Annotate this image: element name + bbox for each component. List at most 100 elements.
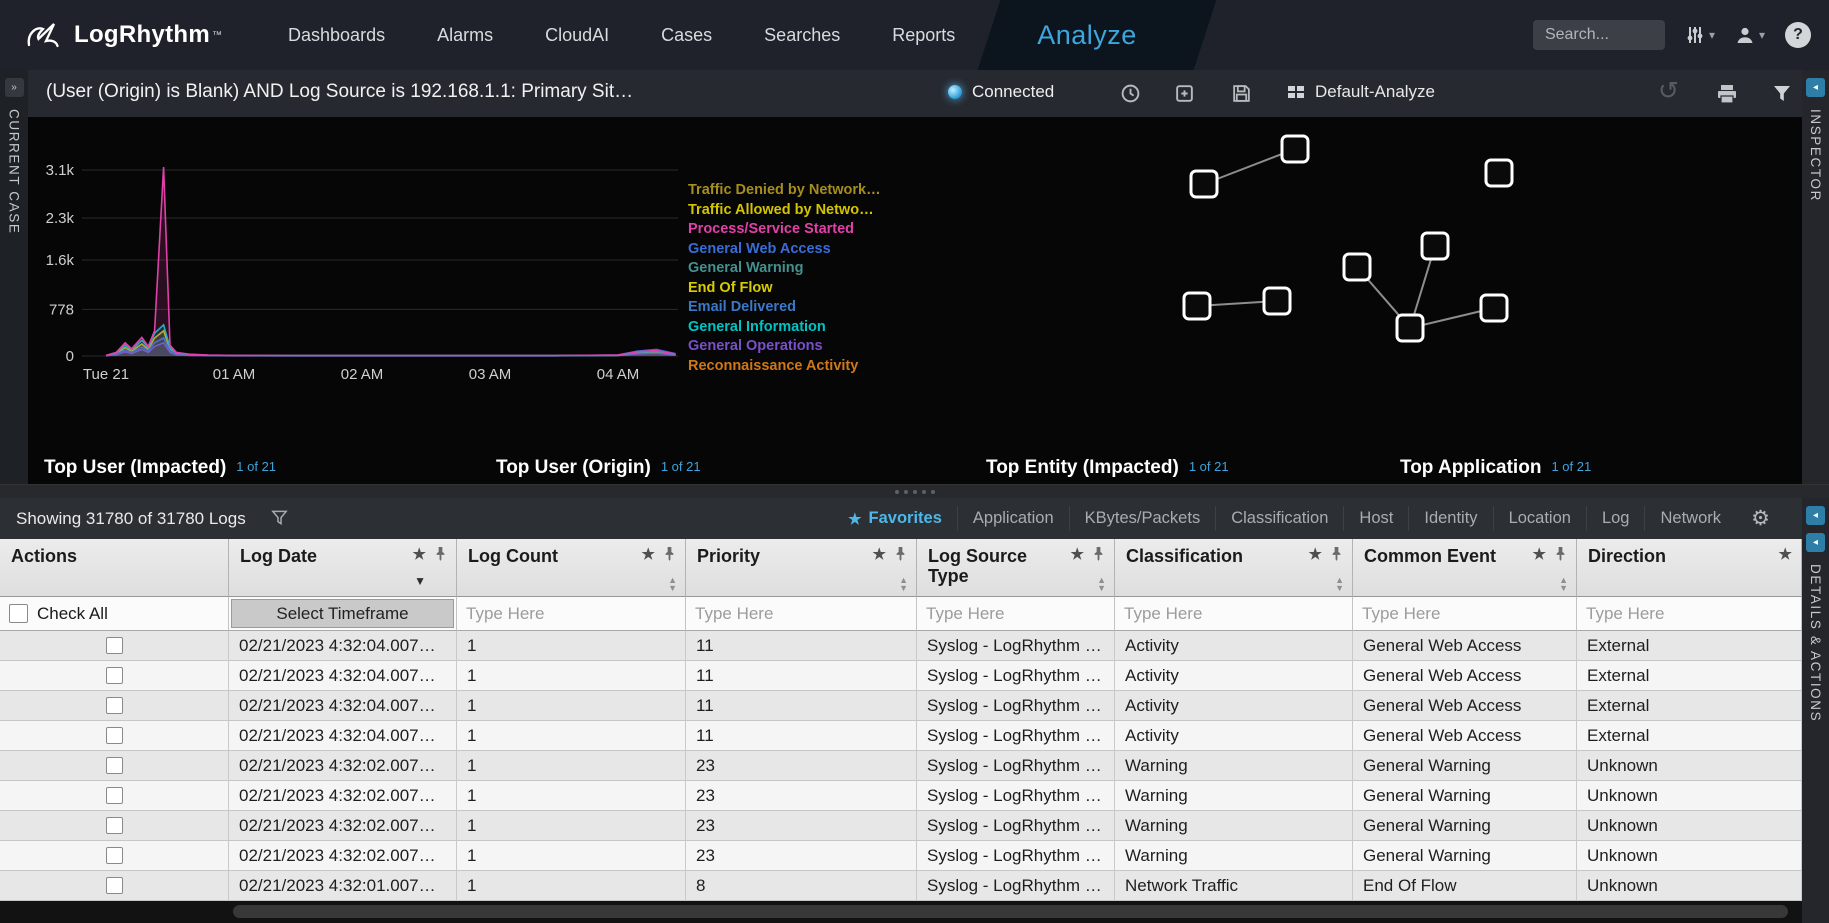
nav-item-dashboards[interactable]: Dashboards (288, 25, 385, 46)
grid-tab-application[interactable]: Application (957, 506, 1069, 531)
inspector-tab-label[interactable]: INSPECTOR (1808, 109, 1823, 202)
filter-button[interactable] (1772, 83, 1792, 108)
column-header-log-count[interactable]: Log Count★▲▼ (457, 539, 686, 597)
row-checkbox[interactable] (106, 757, 123, 774)
search-input[interactable] (1533, 20, 1665, 50)
nav-item-reports[interactable]: Reports (892, 25, 955, 46)
save-layout-button[interactable] (1231, 83, 1252, 109)
check-all-checkbox[interactable] (9, 604, 28, 623)
expand-current-case-icon[interactable]: » (5, 78, 24, 97)
nav-item-cases[interactable]: Cases (661, 25, 712, 46)
widget-pager[interactable]: 1 of 21 (1551, 459, 1591, 474)
add-widget-button[interactable] (1174, 83, 1195, 109)
row-checkbox[interactable] (106, 847, 123, 864)
display-options-button[interactable]: ▾ (1685, 25, 1715, 45)
help-button[interactable]: ? (1785, 22, 1811, 48)
print-button[interactable] (1716, 84, 1738, 109)
row-checkbox[interactable] (106, 637, 123, 654)
favorite-column-star-icon[interactable]: ★ (642, 545, 655, 565)
log-grid-toolbar: Showing 31780 of 31780 Logs ★FavoritesAp… (0, 498, 1802, 539)
widget-pager[interactable]: 1 of 21 (236, 459, 276, 474)
undo-button[interactable]: ↺ (1658, 76, 1679, 106)
details-actions-tab-label[interactable]: DETAILS & ACTIONS (1808, 564, 1823, 722)
row-checkbox[interactable] (106, 817, 123, 834)
row-checkbox[interactable] (106, 697, 123, 714)
column-header-priority[interactable]: Priority★▲▼ (686, 539, 917, 597)
favorite-column-star-icon[interactable]: ★ (1533, 545, 1546, 565)
grid-tab-favorites[interactable]: ★Favorites (833, 506, 957, 531)
sort-toggle-icon[interactable]: ▲▼ (1559, 576, 1568, 592)
grid-tab-classification[interactable]: Classification (1215, 506, 1343, 531)
table-row: 02/21/2023 4:32:02.007…123Syslog - LogRh… (0, 811, 1802, 841)
current-case-tab-label[interactable]: CURRENT CASE (7, 109, 22, 234)
column-filter-input[interactable]: Type Here (1577, 597, 1802, 631)
expand-details-icon[interactable]: ◂ (1806, 533, 1825, 552)
pin-column-icon[interactable] (1554, 545, 1567, 565)
grid-tab-network[interactable]: Network (1644, 506, 1736, 531)
cell-direction: Unknown (1577, 781, 1802, 811)
column-filter-input[interactable]: Type Here (457, 597, 686, 631)
horizontal-scrollbar-track[interactable] (0, 901, 1802, 923)
sort-toggle-icon[interactable]: ▲▼ (899, 576, 908, 592)
column-header-log-date[interactable]: Log Date ★ ▼ (229, 539, 457, 597)
expand-inspector-icon[interactable]: ◂ (1806, 78, 1825, 97)
column-header-log-source-type[interactable]: Log Source Type★▲▼ (917, 539, 1115, 597)
column-header-actions[interactable]: Actions (0, 539, 229, 597)
sort-desc-icon[interactable]: ▼ (414, 571, 426, 591)
pin-column-icon[interactable] (434, 545, 447, 565)
grid-tab-log[interactable]: Log (1586, 506, 1645, 531)
grid-tab-location[interactable]: Location (1493, 506, 1586, 531)
layout-selector[interactable]: Default-Analyze (1286, 82, 1435, 102)
column-header-common-event[interactable]: Common Event★▲▼ (1353, 539, 1577, 597)
cell-direction: Unknown (1577, 841, 1802, 871)
widget-pager[interactable]: 1 of 21 (1189, 459, 1229, 474)
grid-filter-button[interactable] (270, 508, 289, 532)
cell-common-event: General Warning (1353, 841, 1577, 871)
select-timeframe-dropdown[interactable]: Select Timeframe (231, 599, 454, 628)
row-checkbox[interactable] (106, 877, 123, 894)
user-menu-button[interactable]: ▾ (1735, 25, 1765, 45)
nav-item-alarms[interactable]: Alarms (437, 25, 493, 46)
pin-column-icon[interactable] (1330, 545, 1343, 565)
cell-log-source-type: Syslog - LogRhythm … (917, 811, 1115, 841)
time-range-button[interactable] (1120, 83, 1141, 109)
column-filter-input[interactable]: Type Here (1353, 597, 1577, 631)
sort-toggle-icon[interactable]: ▲▼ (1335, 576, 1344, 592)
column-filter-input[interactable]: Type Here (686, 597, 917, 631)
cell-log-source-type: Syslog - LogRhythm … (917, 661, 1115, 691)
row-checkbox[interactable] (106, 667, 123, 684)
favorite-column-star-icon[interactable]: ★ (1071, 545, 1084, 565)
favorite-column-star-icon[interactable]: ★ (1779, 545, 1792, 565)
connection-status-label: Connected (972, 82, 1054, 102)
grid-tab-kbytes-packets[interactable]: KBytes/Packets (1069, 506, 1216, 531)
sort-toggle-icon[interactable]: ▲▼ (668, 576, 677, 592)
panel-resize-divider[interactable] (0, 484, 1829, 499)
nav-item-searches[interactable]: Searches (764, 25, 840, 46)
column-label: Log Date (240, 546, 317, 566)
column-filter-input[interactable]: Type Here (1115, 597, 1353, 631)
column-header-direction[interactable]: Direction★ (1577, 539, 1802, 597)
favorite-column-star-icon[interactable]: ★ (413, 545, 426, 565)
grid-settings-gear-icon[interactable]: ⚙ (1751, 506, 1770, 531)
nav-item-cloudai[interactable]: CloudAI (545, 25, 609, 46)
cell-log-date: 02/21/2023 4:32:02.007… (229, 751, 457, 781)
grid-tab-host[interactable]: Host (1343, 506, 1408, 531)
row-actions-cell (0, 661, 229, 691)
nav-item-analyze[interactable]: Analyze (989, 0, 1205, 70)
favorite-column-star-icon[interactable]: ★ (1309, 545, 1322, 565)
row-checkbox[interactable] (106, 727, 123, 744)
logrhythm-logo[interactable]: LogRhythm ™ (24, 20, 222, 50)
row-checkbox[interactable] (106, 787, 123, 804)
pin-column-icon[interactable] (1092, 545, 1105, 565)
sort-toggle-icon[interactable]: ▲▼ (1097, 576, 1106, 592)
grid-tab-identity[interactable]: Identity (1408, 506, 1492, 531)
column-filter-input[interactable]: Type Here (917, 597, 1115, 631)
table-row: 02/21/2023 4:32:02.007…123Syslog - LogRh… (0, 781, 1802, 811)
collapse-grid-icon[interactable]: ◂ (1806, 506, 1825, 525)
pin-column-icon[interactable] (894, 545, 907, 565)
horizontal-scrollbar-thumb[interactable] (233, 905, 1788, 918)
widget-pager[interactable]: 1 of 21 (661, 459, 701, 474)
favorite-column-star-icon[interactable]: ★ (873, 545, 886, 565)
column-header-classification[interactable]: Classification★▲▼ (1115, 539, 1353, 597)
pin-column-icon[interactable] (663, 545, 676, 565)
